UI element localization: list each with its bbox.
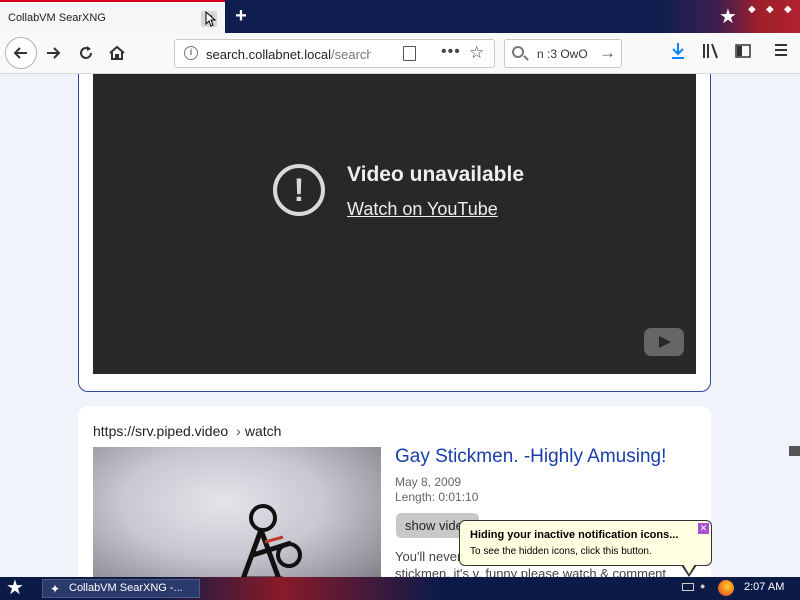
hamburger-menu-icon bbox=[775, 44, 787, 56]
result-length: Length: 0:01:10 bbox=[395, 490, 479, 504]
downloads-button[interactable] bbox=[670, 42, 686, 65]
notification-title: Hiding your inactive notification icons.… bbox=[470, 529, 679, 541]
url-path: /search bbox=[331, 47, 371, 62]
library-icon bbox=[703, 43, 718, 59]
stickmen-thumbnail-image bbox=[241, 504, 302, 577]
balloon-tail-fill bbox=[683, 564, 695, 574]
taskbar-window-button[interactable]: ✦ CollabVM SearXNG -... bbox=[42, 579, 200, 598]
search-go-arrow-icon[interactable]: → bbox=[599, 43, 616, 63]
site-info-icon[interactable]: i bbox=[184, 46, 198, 60]
url-bar[interactable]: i search.collabnet.local/search ••• ☆ bbox=[174, 39, 495, 68]
search-icon bbox=[512, 46, 524, 58]
mouse-cursor-icon bbox=[205, 11, 217, 27]
video-unavailable-title: Video unavailable bbox=[347, 163, 525, 186]
arrow-left-icon bbox=[13, 47, 27, 59]
reader-view-icon[interactable] bbox=[403, 46, 416, 61]
exclamation-icon: ! bbox=[273, 164, 325, 216]
new-tab-button[interactable]: + bbox=[231, 6, 251, 26]
result-url-host: https://srv.piped.video bbox=[93, 423, 229, 439]
chevron-right-icon: › bbox=[236, 423, 241, 439]
page-actions-icon[interactable]: ••• bbox=[441, 43, 461, 61]
minimize-window-button[interactable]: ◆ bbox=[748, 4, 756, 15]
result-url-breadcrumb[interactable]: https://srv.piped.video › watch bbox=[93, 423, 281, 439]
embedded-video-player[interactable]: ! Video unavailable Watch on YouTube bbox=[93, 74, 696, 374]
scrollbar-thumb[interactable] bbox=[789, 446, 800, 456]
library-button[interactable] bbox=[702, 42, 720, 65]
taskbar: ★ ✦ CollabVM SearXNG -... ● 2:07 AM bbox=[0, 577, 800, 600]
arrow-right-icon bbox=[47, 47, 61, 59]
menu-button[interactable] bbox=[773, 42, 789, 63]
sidebar-toggle-button[interactable] bbox=[734, 42, 752, 65]
page-scrollbar[interactable] bbox=[786, 74, 800, 577]
taskbar-clock[interactable]: 2:07 AM bbox=[744, 581, 784, 593]
notification-text: To see the hidden icons, click this butt… bbox=[470, 546, 652, 557]
tab-strip: CollabVM SearXNG ✕ + ★ ◆ ◆ ◆ bbox=[0, 0, 800, 33]
notification-balloon[interactable]: Hiding your inactive notification icons.… bbox=[459, 520, 712, 566]
forward-button[interactable] bbox=[39, 39, 67, 67]
taskbar-window-label: CollabVM SearXNG -... bbox=[69, 582, 183, 594]
notification-close-icon[interactable]: ✕ bbox=[698, 523, 709, 534]
snippet-line-2: stickmen. it's v. funny please watch & c… bbox=[395, 566, 667, 577]
youtube-logo-icon[interactable] bbox=[644, 328, 684, 356]
back-button[interactable] bbox=[5, 37, 37, 69]
bookmark-star-icon[interactable]: ☆ bbox=[469, 43, 484, 63]
start-button-star-icon[interactable]: ★ bbox=[6, 577, 24, 599]
page-content: ! Video unavailable Watch on YouTube htt… bbox=[0, 74, 786, 577]
tab-collabvm-searxng[interactable]: CollabVM SearXNG ✕ bbox=[0, 0, 225, 33]
sidebar-icon bbox=[735, 44, 751, 58]
home-button[interactable] bbox=[103, 39, 131, 67]
navigation-toolbar: i search.collabnet.local/search ••• ☆ n … bbox=[0, 33, 800, 74]
keyboard-tray-icon[interactable] bbox=[682, 583, 694, 591]
result-date: May 8, 2009 bbox=[395, 475, 462, 489]
star-logo-icon: ★ bbox=[719, 6, 737, 28]
show-hidden-icons-button[interactable]: ● bbox=[700, 581, 705, 591]
reload-icon bbox=[80, 46, 92, 59]
watch-on-youtube-link[interactable]: Watch on YouTube bbox=[347, 199, 498, 220]
result-title-link[interactable]: Gay Stickmen. -Highly Amusing! bbox=[395, 446, 666, 468]
download-arrow-icon bbox=[672, 43, 684, 59]
result-metadata: May 8, 2009 Length: 0:01:10 bbox=[395, 475, 478, 505]
window-app-icon: ✦ bbox=[50, 582, 61, 596]
search-input[interactable]: n :3 OwO bbox=[537, 47, 588, 61]
url-host: search.collabnet.local bbox=[206, 47, 332, 62]
result-thumbnail[interactable] bbox=[93, 447, 381, 577]
tab-title: CollabVM SearXNG bbox=[8, 11, 106, 24]
search-bar[interactable]: n :3 OwO → bbox=[504, 39, 622, 68]
firefox-tray-icon[interactable] bbox=[718, 580, 734, 596]
url-text[interactable]: search.collabnet.local/search bbox=[206, 47, 371, 62]
home-icon bbox=[109, 45, 125, 60]
reload-button[interactable] bbox=[72, 39, 100, 67]
result-url-path: watch bbox=[244, 423, 282, 439]
maximize-window-button[interactable]: ◆ bbox=[766, 4, 774, 15]
close-window-button[interactable]: ◆ bbox=[784, 4, 792, 15]
